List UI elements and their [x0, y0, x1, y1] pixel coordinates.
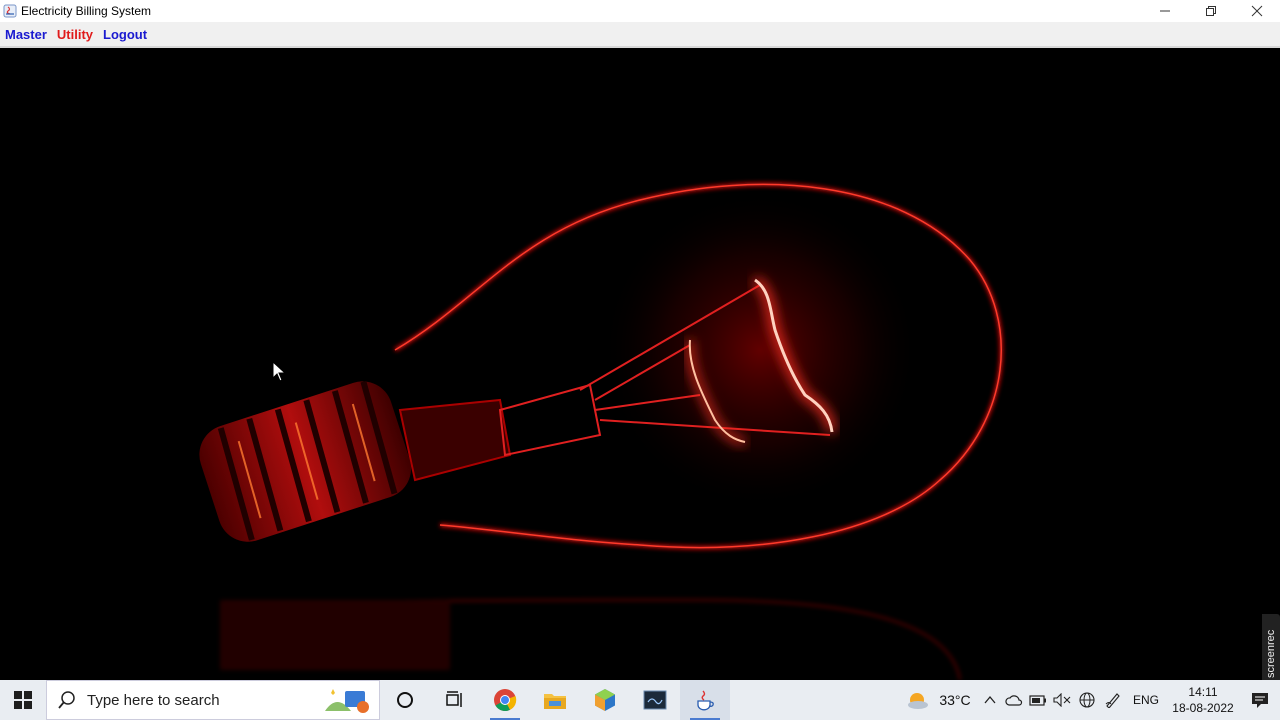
menu-utility[interactable]: Utility	[52, 27, 98, 42]
menu-bar: Master Utility Logout	[0, 22, 1280, 48]
globe-icon	[1079, 692, 1095, 708]
minimize-icon	[1160, 10, 1170, 12]
cortana-icon	[397, 692, 413, 708]
input-language-button[interactable]: ENG	[1126, 680, 1166, 720]
taskbar-chrome[interactable]	[480, 680, 530, 720]
restore-button[interactable]	[1188, 0, 1234, 22]
taskbar-netbeans[interactable]	[580, 680, 630, 720]
restore-icon	[1206, 6, 1216, 16]
menu-logout[interactable]: Logout	[98, 27, 152, 42]
menu-master[interactable]: Master	[0, 27, 52, 42]
background-canvas	[0, 48, 1280, 680]
taskbar-search-box[interactable]: Type here to search	[46, 680, 380, 720]
light-bulb-image	[199, 180, 1004, 680]
battery-button[interactable]	[1026, 680, 1050, 720]
search-icon	[58, 691, 75, 709]
minimize-button[interactable]	[1142, 0, 1188, 22]
weather-button[interactable]	[902, 680, 932, 720]
taskbar-java-app[interactable]	[680, 680, 730, 720]
java-app-icon	[3, 4, 17, 18]
cortana-button[interactable]	[380, 680, 430, 720]
taskbar-mysql[interactable]	[630, 680, 680, 720]
notification-icon	[1252, 693, 1268, 708]
task-view-button[interactable]	[430, 680, 480, 720]
windows-logo-icon	[14, 691, 32, 709]
volume-button[interactable]	[1050, 680, 1074, 720]
chrome-icon	[494, 689, 517, 711]
pen-icon	[1105, 693, 1120, 708]
netbeans-cube-icon	[595, 689, 615, 711]
title-bar: Electricity Billing System	[0, 0, 1280, 22]
window-title: Electricity Billing System	[21, 4, 152, 18]
action-center-button[interactable]	[1240, 680, 1280, 720]
search-placeholder: Type here to search	[87, 691, 220, 709]
mouse-cursor-icon	[272, 360, 287, 382]
pen-workspace-button[interactable]	[1100, 680, 1126, 720]
volume-muted-icon	[1053, 693, 1071, 707]
search-highlight-icon	[325, 689, 369, 713]
java-coffee-icon	[697, 690, 714, 711]
clock-date: 18-08-2022	[1172, 701, 1234, 715]
show-hidden-icons-button[interactable]	[978, 680, 1002, 720]
close-icon	[1251, 5, 1263, 17]
clock-button[interactable]: 14:11 18-08-2022	[1166, 680, 1240, 720]
weather-temperature: 33°C	[939, 692, 971, 708]
close-button[interactable]	[1234, 0, 1280, 22]
taskbar: Type here to search 33°C ENG 14:11 18-08…	[0, 680, 1280, 720]
battery-icon	[1029, 695, 1046, 706]
cloud-icon	[1005, 695, 1023, 706]
network-button[interactable]	[1074, 680, 1100, 720]
folder-icon	[544, 694, 566, 709]
mysql-workbench-icon	[643, 690, 667, 710]
weather-partly-sunny-icon	[908, 693, 928, 709]
start-button[interactable]	[0, 680, 46, 720]
clock-time: 14:11	[1188, 685, 1218, 699]
system-tray: 33°C ENG 14:11 18-08-2022	[902, 680, 1280, 720]
taskbar-file-explorer[interactable]	[530, 680, 580, 720]
app-window: Electricity Billing System Master Utilit…	[0, 0, 1280, 680]
task-view-icon	[446, 691, 462, 707]
onedrive-button[interactable]	[1002, 680, 1026, 720]
chevron-up-icon	[984, 695, 996, 704]
